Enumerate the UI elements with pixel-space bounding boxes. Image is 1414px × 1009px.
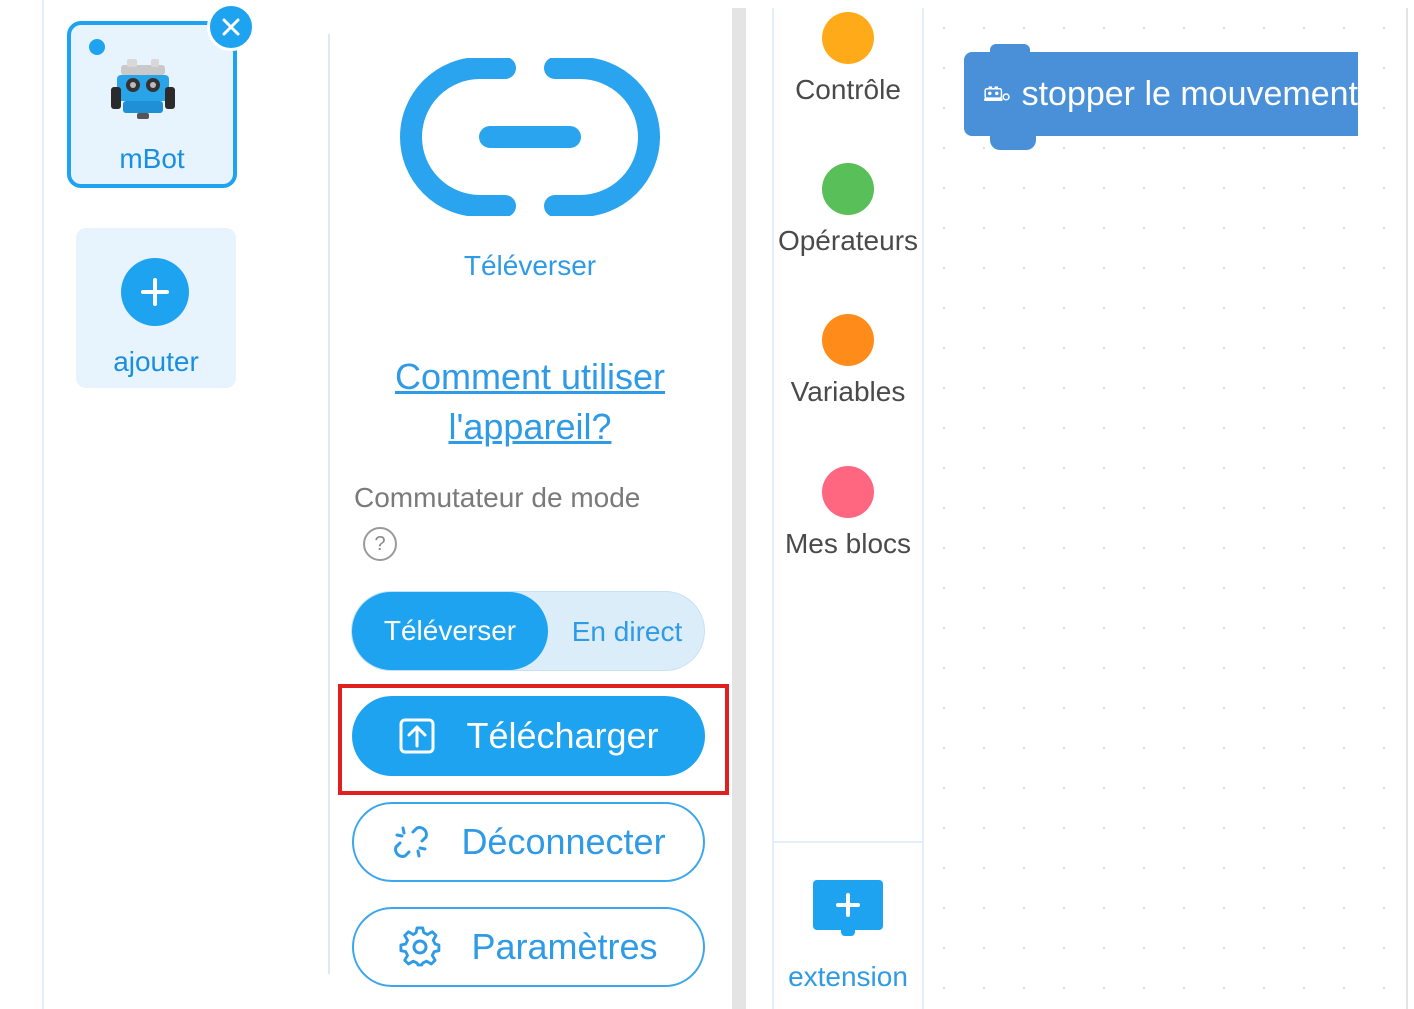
category-separator bbox=[774, 841, 922, 843]
category-my-blocks[interactable]: Mes blocs bbox=[774, 466, 922, 560]
mode-option-upload[interactable]: Téléverser bbox=[352, 592, 548, 670]
block-notch bbox=[990, 134, 1036, 150]
help-icon[interactable]: ? bbox=[363, 527, 397, 561]
gear-icon bbox=[399, 926, 441, 967]
extension-label[interactable]: extension bbox=[774, 961, 922, 993]
device-panel: mBot ajouter bbox=[0, 0, 330, 1009]
close-icon bbox=[222, 18, 240, 36]
category-operators[interactable]: Opérateurs bbox=[774, 163, 922, 257]
script-workspace[interactable]: stopper le mouvement bbox=[924, 8, 1406, 1009]
workspace-edge bbox=[1406, 8, 1408, 1009]
disconnect-button[interactable]: Déconnecter bbox=[352, 802, 705, 882]
device-name: mBot bbox=[119, 143, 185, 174]
block-label: stopper le mouvement bbox=[1021, 74, 1358, 113]
link-icon bbox=[400, 58, 660, 216]
scrollbar-gutter[interactable] bbox=[732, 8, 746, 1009]
broken-link-icon bbox=[394, 826, 429, 858]
operators-color-dot bbox=[822, 163, 874, 215]
stop-movement-block[interactable]: stopper le mouvement bbox=[964, 52, 1358, 136]
plus-icon bbox=[836, 893, 860, 917]
add-device-label: ajouter bbox=[113, 346, 199, 377]
connection-panel: Téléverser Comment utiliser l'appareil? … bbox=[330, 0, 732, 1009]
variables-color-dot bbox=[822, 314, 874, 366]
how-to-use-device-link[interactable]: Comment utiliser l'appareil? bbox=[360, 352, 700, 452]
settings-button-label: Paramètres bbox=[471, 926, 658, 967]
category-control[interactable]: Contrôle bbox=[774, 12, 922, 106]
remove-device-button[interactable] bbox=[207, 3, 255, 51]
mbot-robot-icon bbox=[111, 59, 175, 119]
help-link-line-1[interactable]: Comment utiliser bbox=[360, 352, 700, 402]
add-device-button[interactable]: ajouter bbox=[76, 228, 236, 388]
help-link-line-2[interactable]: l'appareil? bbox=[360, 402, 700, 452]
control-color-dot bbox=[822, 12, 874, 64]
mbot-block-icon bbox=[984, 86, 1010, 101]
my-blocks-color-dot bbox=[822, 466, 874, 518]
upload-arrow-icon bbox=[399, 718, 435, 754]
category-label: Opérateurs bbox=[777, 225, 919, 256]
category-label: Mes blocs bbox=[784, 528, 912, 559]
download-button[interactable]: Télécharger bbox=[352, 696, 705, 776]
settings-button[interactable]: Paramètres bbox=[352, 907, 705, 987]
device-card-mbot[interactable]: mBot bbox=[67, 21, 237, 188]
category-variables[interactable]: Variables bbox=[774, 314, 922, 408]
category-label: Variables bbox=[790, 376, 906, 407]
mode-switch[interactable]: Téléverser En direct bbox=[351, 591, 705, 671]
block-category-panel: Contrôle Opérateurs Variables Mes blocs … bbox=[746, 8, 924, 1009]
add-extension-button[interactable] bbox=[813, 880, 883, 936]
panel-edge bbox=[42, 0, 44, 1009]
disconnect-button-label: Déconnecter bbox=[461, 821, 666, 862]
upload-mode-caption: Téléverser bbox=[463, 250, 597, 281]
connected-indicator bbox=[89, 39, 105, 55]
plus-icon bbox=[121, 258, 189, 326]
category-label: Contrôle bbox=[795, 74, 901, 105]
mode-option-live[interactable]: En direct bbox=[548, 592, 706, 670]
download-button-label: Télécharger bbox=[466, 715, 659, 756]
mode-switch-label: Commutateur de mode bbox=[354, 482, 641, 513]
